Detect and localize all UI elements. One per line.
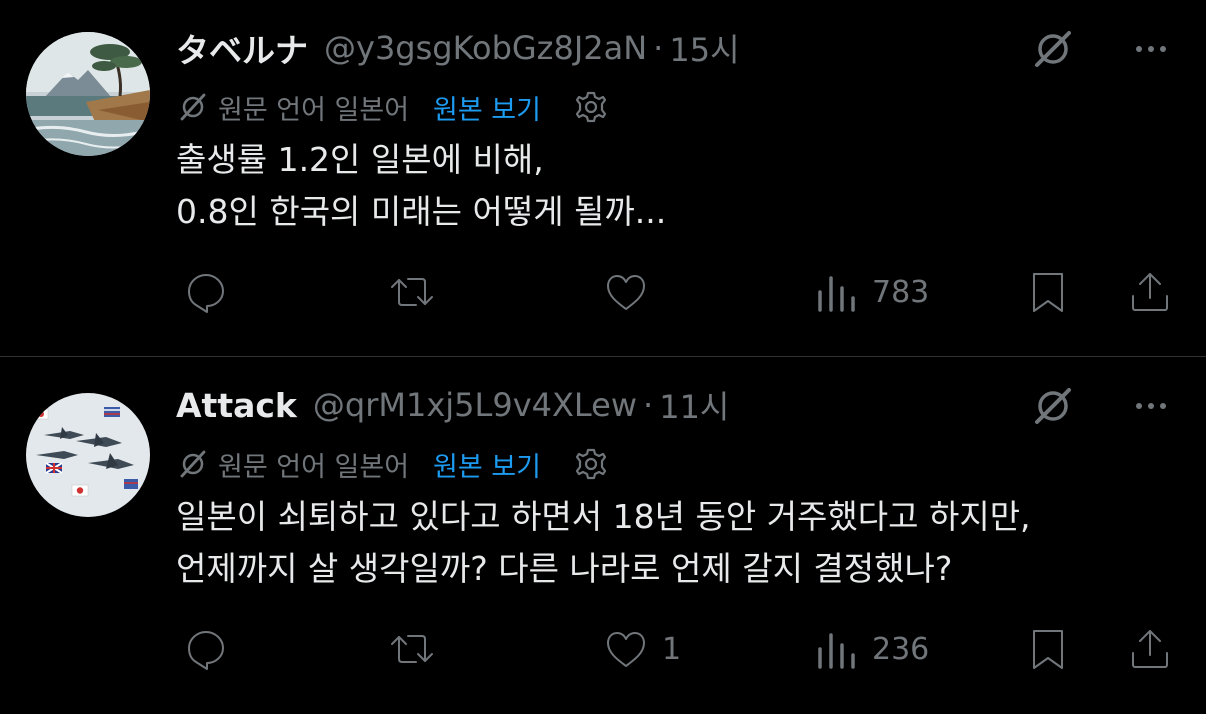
separator-dot: · xyxy=(643,386,654,424)
share-icon xyxy=(1132,273,1168,311)
tweet[interactable]: Attack @qrM1xj5L9v4XLew · 11시 원문 언어 일본어 … xyxy=(0,356,1206,714)
views-button[interactable]: 236 xyxy=(810,617,929,681)
tweet-text-line: 출생률 1.2인 일본에 비해, xyxy=(176,140,544,179)
reply-button[interactable] xyxy=(180,617,242,681)
retweet-button[interactable] xyxy=(386,260,448,324)
avatar[interactable] xyxy=(26,393,150,517)
original-language-label: 원문 언어 일본어 xyxy=(218,94,410,126)
views-button[interactable]: 783 xyxy=(810,260,929,324)
view-original-link[interactable]: 원본 보기 xyxy=(433,445,541,484)
timestamp[interactable]: 11시 xyxy=(659,382,729,428)
username-handle[interactable]: @qrM1xj5L9v4XLew xyxy=(313,386,637,424)
bookmark-icon xyxy=(1033,273,1063,312)
username-handle[interactable]: @y3gsgKobGz8J2aN xyxy=(324,29,647,67)
avatar[interactable] xyxy=(26,32,150,156)
translation-bar: 원문 언어 일본어 원본 보기 xyxy=(176,84,611,130)
like-button[interactable] xyxy=(600,260,662,324)
tweet-text: 일본이 쇠퇴하고 있다고 하면서 18년 동안 거주했다고 하지만, 언제까지 … xyxy=(176,491,1031,595)
views-icon xyxy=(818,633,855,669)
timestamp[interactable]: 15시 xyxy=(669,25,739,71)
tweet-header: タベルナ @y3gsgKobGz8J2aN · 15시 xyxy=(176,24,740,72)
retweet-button[interactable] xyxy=(386,617,448,681)
translate-icon xyxy=(176,447,210,481)
tweet-text-line: 언제까지 살 생각일까? 다른 나라로 언제 갈지 결정했나? xyxy=(176,549,953,588)
tweet-text-line: 0.8인 한국의 미래는 어떻게 될까... xyxy=(176,192,667,231)
display-name[interactable]: Attack xyxy=(176,386,297,425)
heart-icon xyxy=(607,275,645,310)
share-icon xyxy=(1132,630,1168,668)
tweet-header: Attack @qrM1xj5L9v4XLew · 11시 xyxy=(176,381,729,429)
bookmark-button[interactable] xyxy=(1022,617,1074,681)
translation-bar: 원문 언어 일본어 원본 보기 xyxy=(176,441,611,487)
retweet-icon xyxy=(391,635,433,663)
reply-icon xyxy=(188,274,224,313)
separator-dot: · xyxy=(653,29,664,67)
views-count: 783 xyxy=(872,274,930,310)
tweet-actions: 783 xyxy=(0,260,1206,324)
share-button[interactable] xyxy=(1124,617,1176,681)
tweet-text-line: 일본이 쇠퇴하고 있다고 하면서 18년 동안 거주했다고 하지만, xyxy=(176,497,1031,536)
reply-icon xyxy=(188,631,224,670)
tweet-text: 출생률 1.2인 일본에 비해, 0.8인 한국의 미래는 어떻게 될까... xyxy=(176,134,666,238)
view-original-link[interactable]: 원본 보기 xyxy=(433,88,541,127)
grok-icon[interactable] xyxy=(1028,24,1078,74)
grok-icon[interactable] xyxy=(1028,381,1078,431)
gear-icon[interactable] xyxy=(571,444,611,484)
translate-icon xyxy=(176,90,210,124)
views-icon xyxy=(818,276,855,312)
more-horizontal-icon[interactable] xyxy=(1126,24,1176,74)
original-language-label: 원문 언어 일본어 xyxy=(218,451,410,483)
like-button[interactable]: 1 xyxy=(600,617,681,681)
display-name[interactable]: タベルナ xyxy=(176,24,308,72)
like-count: 1 xyxy=(662,631,682,667)
share-button[interactable] xyxy=(1124,260,1176,324)
bookmark-button[interactable] xyxy=(1022,260,1074,324)
more-horizontal-icon[interactable] xyxy=(1126,381,1176,431)
bookmark-icon xyxy=(1033,630,1063,669)
gear-icon[interactable] xyxy=(571,87,611,127)
reply-button[interactable] xyxy=(180,260,242,324)
tweet-actions: 1 236 xyxy=(0,617,1206,681)
views-count: 236 xyxy=(872,631,930,667)
retweet-icon xyxy=(391,278,433,306)
heart-icon xyxy=(607,632,645,667)
tweet[interactable]: タベルナ @y3gsgKobGz8J2aN · 15시 원문 언어 일본어 원본… xyxy=(0,0,1206,356)
